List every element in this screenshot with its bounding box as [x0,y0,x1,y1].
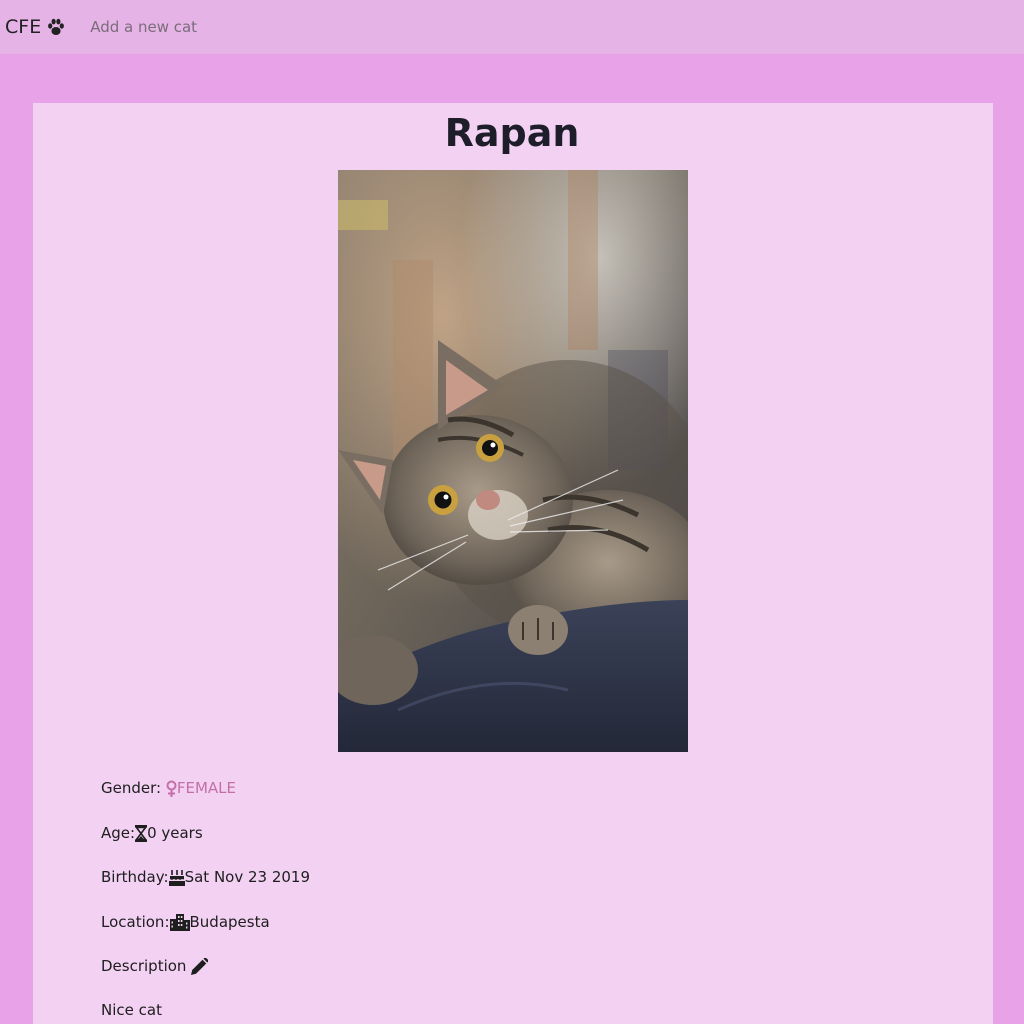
female-icon [166,780,177,797]
gender-label: Gender: [101,779,162,797]
age-label: Age: [101,824,136,842]
gender-value-wrapper: FEMALE [166,779,236,797]
age-value: 0 years [147,824,203,842]
cat-name-heading: Rapan [444,111,580,155]
birthday-row: Birthday: Sat Nov 23 2019 [101,866,310,888]
add-new-cat-link[interactable]: Add a new cat [90,18,197,36]
birthday-cake-icon [168,869,185,886]
location-row: Location: Budapesta [101,911,270,933]
paw-icon [48,18,65,35]
city-icon [169,913,190,931]
birthday-value: Sat Nov 23 2019 [184,868,311,886]
brand-text: CFE [5,16,42,38]
description-row: Description [101,955,209,977]
cat-photo [338,170,688,752]
description-label: Description [101,957,187,975]
birthday-label: Birthday: [101,868,169,886]
pencil-icon [191,957,209,975]
location-value: Budapesta [189,913,270,931]
gender-value: FEMALE [176,779,237,797]
description-text: Nice cat [101,999,162,1021]
location-label: Location: [101,913,170,931]
hourglass-icon [135,824,148,842]
gender-row: Gender: FEMALE [101,777,236,799]
description-value: Nice cat [101,1001,162,1019]
age-row: Age: 0 years [101,822,203,844]
brand-link[interactable]: CFE [5,16,66,38]
top-navbar: CFE Add a new cat [0,0,1024,54]
